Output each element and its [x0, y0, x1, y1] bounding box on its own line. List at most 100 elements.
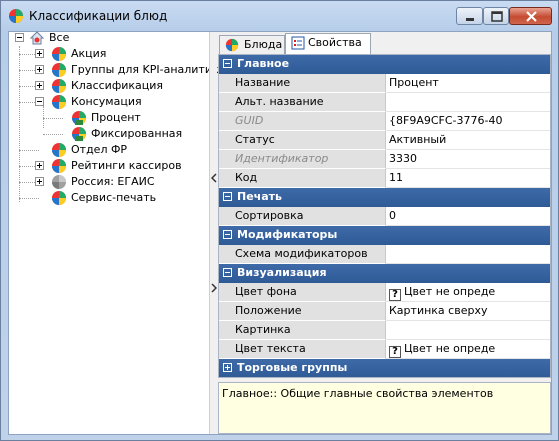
- colored-ball-icon: [52, 63, 66, 77]
- tree-item-label: Рейтинги кассиров: [71, 159, 182, 172]
- expand-toggle[interactable]: [35, 65, 44, 74]
- category-label: Визуализация: [237, 266, 327, 279]
- collapse-left-icon[interactable]: [211, 172, 217, 184]
- category-trade-groups[interactable]: Торговые группы: [219, 359, 550, 377]
- close-button[interactable]: [509, 7, 552, 25]
- tree-item-konsumaciya[interactable]: Консумация: [9, 94, 209, 110]
- colored-ball-icon: [52, 95, 66, 109]
- classification-tree[interactable]: Все Акция Группы для KPI-аналитик Класси…: [9, 30, 219, 434]
- tree-item-akciya[interactable]: Акция: [9, 46, 209, 62]
- property-row-bg-color[interactable]: Цвет фона ? Цвет не опреде: [219, 283, 550, 302]
- property-row-alt-name[interactable]: Альт. название: [219, 93, 550, 112]
- collapse-toggle[interactable]: [15, 33, 24, 42]
- category-modifiers[interactable]: Модификаторы: [219, 226, 550, 245]
- tree-item-label: Все: [49, 31, 70, 44]
- property-row-text-color[interactable]: Цвет текста ? Цвет не опреде: [219, 340, 550, 359]
- collapse-toggle[interactable]: [223, 59, 232, 68]
- property-value[interactable]: [386, 93, 550, 112]
- title-bar[interactable]: Классификации блюд: [1, 1, 558, 31]
- property-row-code[interactable]: Код 11: [219, 169, 550, 188]
- tab-label: Свойства: [308, 36, 362, 49]
- tree-item-label: Классификация: [71, 79, 164, 92]
- category-print[interactable]: Печать: [219, 188, 550, 207]
- property-name: Статус: [219, 131, 386, 150]
- colored-ball-icon: [72, 127, 86, 141]
- collapse-toggle[interactable]: [223, 230, 232, 239]
- tree-item-label: Группы для KPI-аналитик: [71, 63, 219, 76]
- property-value[interactable]: [386, 321, 550, 340]
- minimize-icon: [466, 18, 474, 21]
- tree-item-kpi-groups[interactable]: Группы для KPI-аналитик: [9, 62, 219, 78]
- colored-ball-icon: [72, 111, 86, 125]
- colored-ball-icon: [52, 159, 66, 173]
- tab-label: Блюда: [244, 38, 283, 51]
- property-name: Положение: [219, 302, 386, 321]
- tree-item-otdel-fr[interactable]: Отдел ФР: [9, 142, 209, 158]
- property-value[interactable]: 0: [386, 207, 550, 226]
- gray-ball-icon: [52, 175, 66, 189]
- property-value[interactable]: Картинка сверху: [386, 302, 550, 321]
- property-value[interactable]: Процент: [386, 74, 550, 93]
- property-name: Цвет текста: [219, 340, 386, 359]
- properties-icon: [291, 36, 305, 50]
- tree-item-service-print[interactable]: Сервис-печать: [9, 190, 209, 206]
- property-row-picture[interactable]: Картинка: [219, 321, 550, 340]
- colored-ball-icon: [52, 79, 66, 93]
- maximize-button[interactable]: [483, 7, 509, 25]
- tab-dishes[interactable]: Блюда: [219, 35, 285, 54]
- description-text: Главное:: Общие главные свойства элемент…: [222, 387, 494, 400]
- property-value[interactable]: 3330: [386, 150, 550, 169]
- property-value[interactable]: {8F9A9CFC-3776-40: [386, 112, 550, 131]
- collapse-toggle[interactable]: [35, 97, 44, 106]
- property-row-name[interactable]: Название Процент: [219, 74, 550, 93]
- property-value[interactable]: [386, 245, 550, 264]
- tree-item-egais[interactable]: Россия: ЕГАИС: [9, 174, 209, 190]
- expand-toggle[interactable]: [223, 363, 232, 372]
- property-name: Цвет фона: [219, 283, 386, 302]
- property-row-identifier[interactable]: Идентификатор 3330: [219, 150, 550, 169]
- app-window: Классификации блюд Все Акция Группы для …: [0, 0, 559, 441]
- tree-item-procent[interactable]: Процент: [9, 110, 209, 126]
- colored-ball-icon: [52, 47, 66, 61]
- maximize-icon: [491, 11, 503, 22]
- tree-item-label: Консумация: [71, 95, 142, 108]
- property-value[interactable]: ? Цвет не опреде: [386, 340, 550, 359]
- property-row-position[interactable]: Положение Картинка сверху: [219, 302, 550, 321]
- property-value[interactable]: Активный: [386, 131, 550, 150]
- property-value-text: Цвет не опреде: [404, 342, 496, 355]
- question-icon: ?: [389, 346, 401, 358]
- property-grid[interactable]: Главное Название Процент Альт. название …: [218, 54, 551, 378]
- tree-item-label: Россия: ЕГАИС: [71, 175, 155, 188]
- tree-item-root[interactable]: Все: [9, 30, 209, 46]
- expand-toggle[interactable]: [35, 177, 44, 186]
- collapse-right-icon[interactable]: [211, 282, 217, 294]
- tree-item-label: Акция: [71, 47, 107, 60]
- property-value[interactable]: ? Цвет не опреде: [386, 283, 550, 302]
- tree-item-classification[interactable]: Классификация: [9, 78, 209, 94]
- tree-item-fixed[interactable]: Фиксированная: [9, 126, 209, 142]
- colored-ball-icon: [52, 191, 66, 205]
- collapse-toggle[interactable]: [223, 192, 232, 201]
- panel-splitter[interactable]: [209, 32, 217, 434]
- tree-item-label: Процент: [91, 111, 141, 124]
- collapse-toggle[interactable]: [223, 268, 232, 277]
- property-value[interactable]: 11: [386, 169, 550, 188]
- property-name: GUID: [219, 112, 386, 131]
- minimize-button[interactable]: [456, 7, 483, 25]
- colored-ball-icon: [9, 9, 23, 23]
- tree-item-cashier-ratings[interactable]: Рейтинги кассиров: [9, 158, 209, 174]
- property-row-guid[interactable]: GUID {8F9A9CFC-3776-40: [219, 112, 550, 131]
- tab-properties[interactable]: Свойства: [285, 33, 371, 54]
- colored-ball-icon: [225, 38, 239, 52]
- property-row-sort[interactable]: Сортировка 0: [219, 207, 550, 226]
- window-title: Классификации блюд: [29, 9, 168, 23]
- category-main[interactable]: Главное: [219, 55, 550, 74]
- expand-toggle[interactable]: [35, 161, 44, 170]
- expand-toggle[interactable]: [35, 49, 44, 58]
- tab-strip: Блюда Свойства: [219, 32, 551, 54]
- property-value-text: Цвет не опреде: [404, 285, 496, 298]
- expand-toggle[interactable]: [35, 81, 44, 90]
- property-row-status[interactable]: Статус Активный: [219, 131, 550, 150]
- property-row-modifier-scheme[interactable]: Схема модификаторов: [219, 245, 550, 264]
- category-visualization[interactable]: Визуализация: [219, 264, 550, 283]
